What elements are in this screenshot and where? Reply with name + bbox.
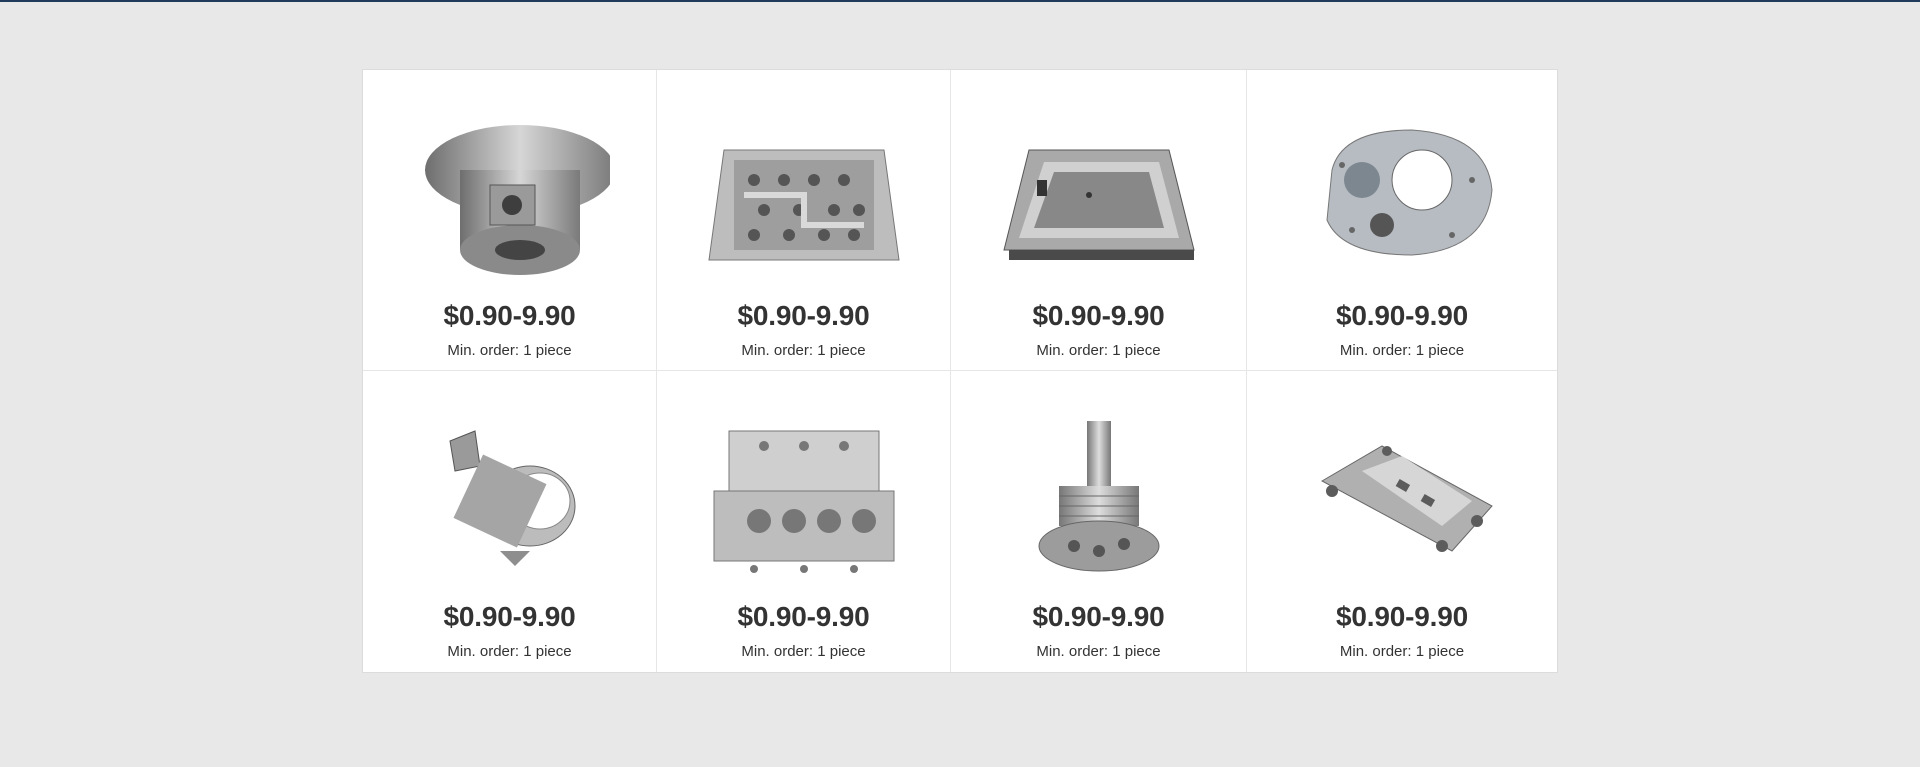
product-price[interactable]: $0.90-9.90 — [1033, 300, 1165, 332]
product-card[interactable]: $0.90-9.90 Min. order: 1 piece — [951, 371, 1247, 672]
product-image[interactable] — [999, 110, 1199, 280]
product-card[interactable]: $0.90-9.90 Min. order: 1 piece — [363, 371, 657, 672]
cnc-bracket-frame-icon — [1320, 445, 1493, 552]
min-order: Min. order: 1 piece — [741, 643, 866, 660]
cnc-flanged-housing-icon — [424, 125, 610, 275]
product-image[interactable] — [704, 411, 904, 581]
min-order: Min. order: 1 piece — [447, 643, 572, 660]
product-card[interactable]: $0.90-9.90 Min. order: 1 piece — [951, 70, 1247, 371]
min-order: Min. order: 1 piece — [1036, 643, 1161, 660]
product-card[interactable]: $0.90-9.90 Min. order: 1 piece — [657, 371, 951, 672]
product-price[interactable]: $0.90-9.90 — [738, 601, 870, 633]
cnc-shaft-disk-icon — [1038, 421, 1159, 572]
product-image[interactable] — [410, 110, 610, 280]
min-order: Min. order: 1 piece — [447, 342, 572, 359]
min-order: Min. order: 1 piece — [1339, 643, 1465, 660]
product-price[interactable]: $0.90-9.90 — [738, 300, 870, 332]
product-image[interactable] — [1302, 411, 1502, 581]
product-price[interactable]: $0.90-9.90 — [444, 601, 576, 633]
min-order: Min. order: 1 piece — [741, 342, 866, 359]
product-card[interactable]: $0.90-9.90 Min. order: 1 piece — [657, 70, 951, 371]
product-card[interactable]: $0.90-9.90 Min. order: 1 piece — [363, 70, 657, 371]
product-card[interactable]: $0.90-9.90 Min. order: 1 piece — [1247, 70, 1557, 371]
product-card[interactable]: $0.90-9.90 Min. order: 1 piece — [1247, 371, 1557, 672]
product-image[interactable] — [999, 411, 1199, 581]
product-image[interactable] — [704, 110, 904, 280]
product-price[interactable]: $0.90-9.90 — [1336, 300, 1468, 332]
cnc-enclosure-box-icon — [1002, 149, 1195, 260]
product-price[interactable]: $0.90-9.90 — [444, 300, 576, 332]
min-order: Min. order: 1 piece — [1339, 342, 1465, 359]
cnc-plate-icon — [1326, 129, 1493, 256]
cnc-manifold-block-icon — [713, 430, 894, 573]
cnc-machined-block-icon — [707, 149, 900, 261]
product-image[interactable] — [1302, 110, 1502, 280]
product-grid: $0.90-9.90 Min. order: 1 piece $0.90-9.9… — [362, 69, 1558, 673]
min-order: Min. order: 1 piece — [1036, 342, 1161, 359]
cnc-ring-bracket-icon — [448, 430, 575, 566]
top-border — [0, 0, 1920, 2]
product-price[interactable]: $0.90-9.90 — [1033, 601, 1165, 633]
product-image[interactable] — [410, 411, 610, 581]
product-price[interactable]: $0.90-9.90 — [1336, 601, 1468, 633]
